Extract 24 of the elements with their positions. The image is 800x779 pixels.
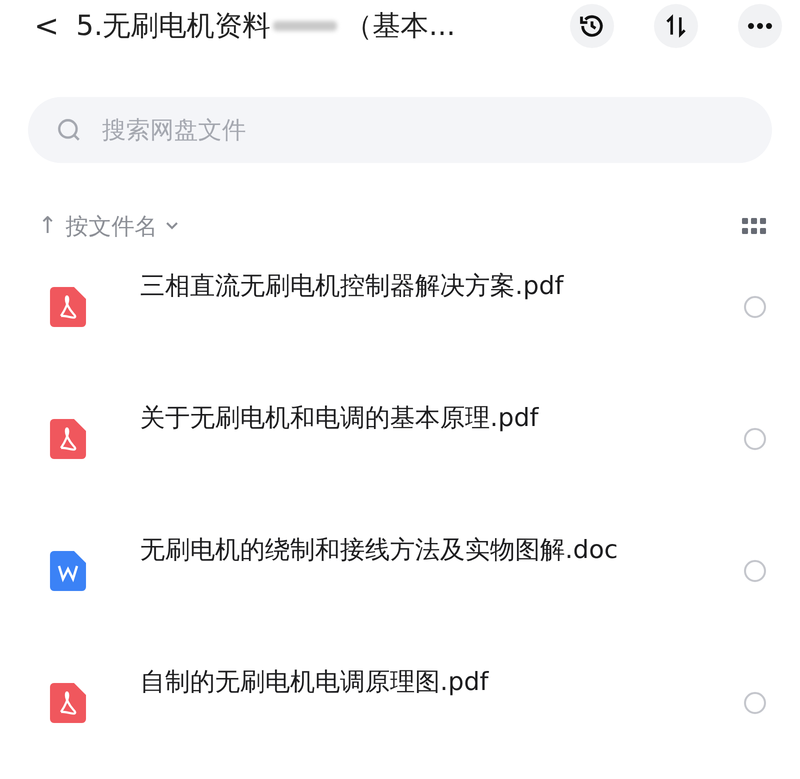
sort-button[interactable]	[654, 4, 698, 48]
file-name[interactable]: 无刷电机的绕制和接线方法及实物图解.doc	[140, 532, 744, 566]
pdf-file-icon	[50, 419, 86, 459]
word-file-icon	[50, 551, 86, 591]
back-button[interactable]: <	[34, 8, 58, 44]
select-radio[interactable]	[744, 428, 766, 450]
folder-title: （基本...	[344, 8, 456, 44]
redaction-blur	[272, 21, 337, 31]
more-icon	[747, 22, 773, 30]
file-name[interactable]: 三相直流无刷电机控制器解决方案.pdf	[140, 268, 744, 302]
select-radio[interactable]	[744, 560, 766, 582]
pdf-file-icon	[50, 287, 86, 327]
select-radio[interactable]	[744, 296, 766, 318]
folder-title: 5.无刷电机资料	[76, 8, 271, 44]
chevron-down-icon	[165, 221, 180, 231]
pdf-file-icon	[50, 683, 86, 723]
select-radio[interactable]	[744, 692, 766, 714]
more-button[interactable]	[738, 4, 782, 48]
search-field[interactable]: 搜索网盘文件	[28, 97, 772, 163]
search-icon	[56, 117, 82, 143]
file-name[interactable]: 自制的无刷电机电调原理图.pdf	[140, 664, 744, 698]
grid-view-icon[interactable]	[742, 218, 766, 234]
history-button[interactable]	[570, 4, 614, 48]
file-name[interactable]: 关于无刷电机和电调的基本原理.pdf	[140, 400, 744, 434]
